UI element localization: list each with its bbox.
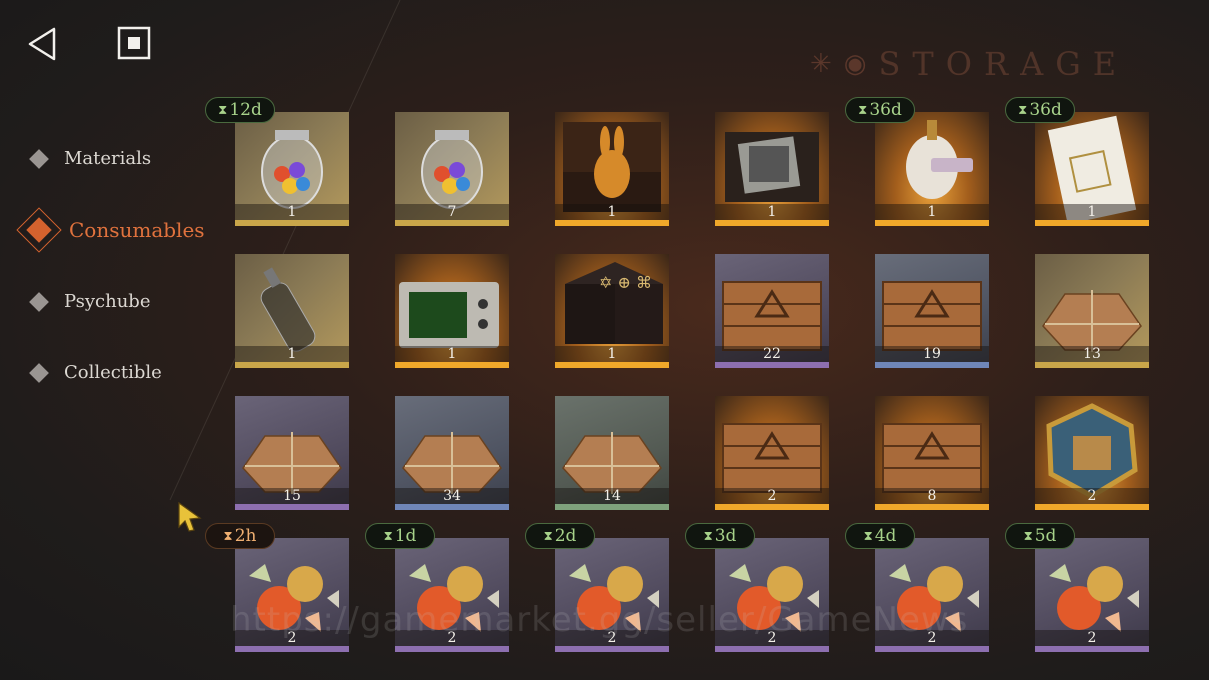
item-quantity: 1 xyxy=(287,204,297,220)
expiry-timer-text: 5d xyxy=(1034,526,1057,546)
item-quantity: 19 xyxy=(923,346,941,362)
inventory-slot[interactable]: 2 xyxy=(1035,396,1149,510)
item-quantity: 7 xyxy=(447,204,457,220)
expiry-timer-badge: ⧗ 2d xyxy=(525,523,595,549)
expiry-timer-text: 3d xyxy=(714,526,737,546)
inventory-slot[interactable]: 2 ⧗ 5d xyxy=(1005,523,1149,652)
expiry-timer-text: 4d xyxy=(874,526,897,546)
inventory-slot[interactable]: 1 ⧗ 12d xyxy=(205,97,349,226)
item-quantity: 2 xyxy=(767,630,777,646)
item-quantity: 1 xyxy=(927,204,937,220)
item-quantity: 13 xyxy=(1083,346,1101,362)
expiry-timer-badge: ⧗ 3d xyxy=(685,523,755,549)
item-quantity: 2 xyxy=(767,488,777,504)
inventory-slot[interactable]: 1 xyxy=(715,112,829,226)
diamond-icon xyxy=(29,362,49,383)
inventory-slot[interactable]: 15 xyxy=(235,396,349,510)
item-quantity: 1 xyxy=(447,346,457,362)
inventory-slot[interactable]: 13 xyxy=(1035,254,1149,368)
inventory-slot[interactable]: 14 xyxy=(555,396,669,510)
expiry-timer-badge: ⧗ 1d xyxy=(365,523,435,549)
inventory-slot[interactable]: 2 ⧗ 2h xyxy=(205,523,349,652)
hourglass-icon: ⧗ xyxy=(1023,528,1033,544)
diamond-icon xyxy=(29,148,49,169)
inventory-slot[interactable]: 2 ⧗ 1d xyxy=(365,523,509,652)
hourglass-icon: ⧗ xyxy=(703,528,713,544)
inventory-slot[interactable]: 19 xyxy=(875,254,989,368)
inventory-slot[interactable]: 2 ⧗ 4d xyxy=(845,523,989,652)
item-quantity: 1 xyxy=(767,204,777,220)
sidebar-item-label: Psychube xyxy=(64,291,151,312)
eye-symbol-icon: ◉ xyxy=(843,49,867,79)
inventory-slot[interactable]: 1 xyxy=(555,112,669,226)
inventory-slot[interactable]: 7 xyxy=(395,112,509,226)
expiry-timer-badge: ⧗ 4d xyxy=(845,523,915,549)
item-quantity: 2 xyxy=(607,630,617,646)
expiry-timer-text: 36d xyxy=(1029,100,1062,120)
item-quantity: 2 xyxy=(927,630,937,646)
item-quantity: 2 xyxy=(1087,488,1097,504)
expiry-timer-text: 2d xyxy=(554,526,577,546)
sidebar-item-label: Materials xyxy=(64,148,152,169)
sidebar-item-label: Consumables xyxy=(69,218,205,242)
item-quantity: 1 xyxy=(607,346,617,362)
sidebar-item-label: Collectible xyxy=(64,362,162,383)
inventory-slot[interactable]: 34 xyxy=(395,396,509,510)
item-quantity: 1 xyxy=(287,346,297,362)
hourglass-icon: ⧗ xyxy=(1018,102,1028,118)
item-quantity: 8 xyxy=(927,488,937,504)
expiry-timer-badge: ⧗ 36d xyxy=(845,97,915,123)
expiry-timer-badge: ⧗ 2h xyxy=(205,523,275,549)
inventory-slot[interactable]: 1 xyxy=(235,254,349,368)
item-quantity: 22 xyxy=(763,346,781,362)
inventory-slot[interactable]: 22 xyxy=(715,254,829,368)
back-triangle-icon xyxy=(28,27,56,61)
hourglass-icon: ⧗ xyxy=(218,102,228,118)
sidebar-item-collectible[interactable]: Collectible xyxy=(20,362,162,383)
item-quantity: 14 xyxy=(603,488,621,504)
sidebar-item-materials[interactable]: Materials xyxy=(20,148,151,169)
item-quantity: 15 xyxy=(283,488,301,504)
item-quantity: 34 xyxy=(443,488,461,504)
hourglass-icon: ⧗ xyxy=(858,102,868,118)
inventory-slot[interactable]: 8 xyxy=(875,396,989,510)
back-button[interactable] xyxy=(26,26,58,62)
diamond-icon xyxy=(29,291,49,312)
storage-title-text: STORAGE xyxy=(878,45,1129,83)
diamond-selected-icon xyxy=(16,207,62,253)
item-quantity: 1 xyxy=(1087,204,1097,220)
hourglass-icon: ⧗ xyxy=(863,528,873,544)
svg-text:✡ ⊕ ⌘: ✡ ⊕ ⌘ xyxy=(599,273,652,292)
item-quantity: 2 xyxy=(447,630,457,646)
cursor-icon xyxy=(178,501,202,532)
expiry-timer-badge: ⧗ 36d xyxy=(1005,97,1075,123)
inventory-slot[interactable]: 2 xyxy=(715,396,829,510)
expiry-timer-badge: ⧗ 12d xyxy=(205,97,275,123)
hourglass-icon: ⧗ xyxy=(383,528,393,544)
home-button[interactable] xyxy=(117,26,151,60)
inventory-slot[interactable]: 1 xyxy=(395,254,509,368)
hourglass-icon: ⧗ xyxy=(223,528,233,544)
sidebar-item-consumables[interactable]: Consumables xyxy=(16,207,205,253)
inventory-slot[interactable]: 2 ⧗ 3d xyxy=(685,523,829,652)
expiry-timer-text: 2h xyxy=(234,526,257,546)
inventory-slot[interactable]: 1 ⧗ 36d xyxy=(1005,97,1149,226)
inventory-slot[interactable]: 2 ⧗ 2d xyxy=(525,523,669,652)
expiry-timer-badge: ⧗ 5d xyxy=(1005,523,1075,549)
inventory-slot[interactable]: 1 ⧗ 36d xyxy=(845,97,989,226)
inventory-slot[interactable]: ✡ ⊕ ⌘ 1 xyxy=(555,254,669,368)
hourglass-icon: ⧗ xyxy=(543,528,553,544)
expiry-timer-text: 1d xyxy=(394,526,417,546)
item-quantity: 1 xyxy=(607,204,617,220)
item-quantity: 2 xyxy=(1087,630,1097,646)
square-stop-icon xyxy=(117,26,151,60)
storage-title: ✳ ◉ STORAGE xyxy=(810,44,1128,84)
expiry-timer-text: 12d xyxy=(229,100,262,120)
item-quantity: 2 xyxy=(287,630,297,646)
sidebar-item-psychube[interactable]: Psychube xyxy=(20,291,150,312)
expiry-timer-text: 36d xyxy=(869,100,902,120)
sun-symbol-icon: ✳ xyxy=(810,49,832,79)
